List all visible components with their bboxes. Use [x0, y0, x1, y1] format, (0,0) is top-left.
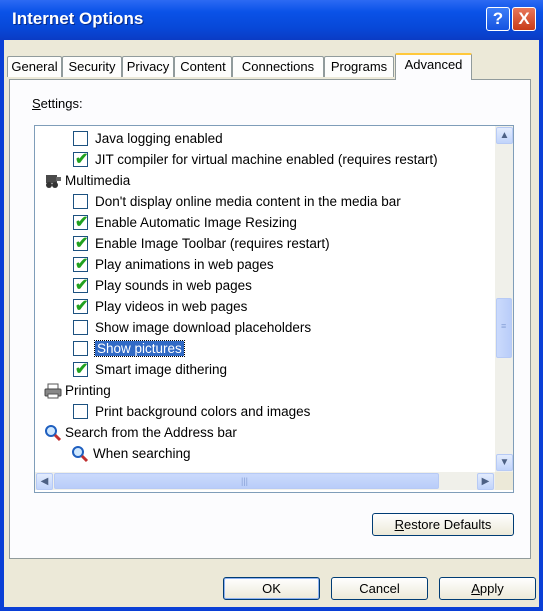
apply-button[interactable]: Apply	[439, 577, 536, 600]
tab-advanced[interactable]: Advanced	[395, 53, 472, 80]
check-icon: ✔	[75, 298, 89, 315]
tab-programs[interactable]: Programs	[324, 56, 394, 77]
checkbox[interactable]: ✔	[73, 151, 89, 168]
tab-content[interactable]: Content	[174, 56, 232, 77]
check-icon: ✔	[75, 256, 89, 273]
checkbox[interactable]: ✔	[73, 214, 89, 231]
checkbox[interactable]: ✔	[73, 298, 89, 315]
check-icon: ✔	[75, 151, 89, 168]
scroll-left-button[interactable]: ◀	[36, 473, 53, 490]
checkbox[interactable]: ✔	[73, 256, 89, 273]
checkbox[interactable]: ✔	[73, 361, 89, 378]
scroll-down-button[interactable]: ▼	[496, 454, 513, 471]
scrollbar-corner	[495, 472, 513, 490]
settings-tree[interactable]: Java logging enabled ✔ JIT compiler for …	[34, 125, 514, 493]
tab-security[interactable]: Security	[62, 56, 122, 77]
cancel-button[interactable]: Cancel	[331, 577, 428, 600]
checkbox[interactable]	[73, 341, 88, 356]
checkbox[interactable]: ✔	[73, 277, 89, 294]
restore-defaults-button[interactable]: Restore Defaults	[372, 513, 514, 536]
checkbox[interactable]	[73, 131, 88, 146]
internet-options-window: Internet Options ? X General Security Pr…	[0, 0, 543, 611]
window-title: Internet Options	[12, 9, 144, 28]
check-icon: ✔	[75, 277, 89, 294]
checkbox[interactable]	[73, 404, 88, 419]
tab-connections[interactable]: Connections	[232, 56, 324, 77]
ok-button[interactable]: OK	[223, 577, 320, 600]
magnifier-icon	[72, 446, 89, 463]
title-bar[interactable]: Internet Options ? X	[0, 0, 543, 40]
printer-icon	[44, 383, 62, 399]
magnifier-icon	[45, 425, 62, 442]
check-icon: ✔	[75, 235, 89, 252]
settings-label: Settings:	[32, 96, 83, 111]
grip-icon: |||	[241, 476, 249, 486]
checkbox[interactable]	[73, 194, 88, 209]
help-button[interactable]: ?	[486, 7, 510, 31]
checkbox[interactable]	[73, 320, 88, 335]
close-button[interactable]: X	[512, 7, 536, 31]
tab-strip: General Security Privacy Content Connect…	[4, 40, 539, 84]
vertical-scroll-thumb[interactable]: ≡	[496, 298, 512, 358]
check-icon: ✔	[75, 214, 89, 231]
check-icon: ✔	[75, 361, 89, 378]
multimedia-icon	[46, 175, 61, 188]
tab-general[interactable]: General	[7, 56, 62, 77]
scroll-up-button[interactable]: ▲	[496, 127, 513, 144]
horizontal-scroll-thumb[interactable]: |||	[54, 473, 439, 489]
scroll-right-button[interactable]: ▶	[477, 473, 494, 490]
vertical-scrollbar[interactable]: ▲ ≡ ▼	[495, 126, 513, 472]
horizontal-scrollbar[interactable]: ◀ ||| ▶	[35, 472, 495, 490]
tab-privacy[interactable]: Privacy	[122, 56, 174, 77]
checkbox[interactable]: ✔	[73, 235, 89, 252]
grip-icon: ≡	[501, 321, 507, 331]
